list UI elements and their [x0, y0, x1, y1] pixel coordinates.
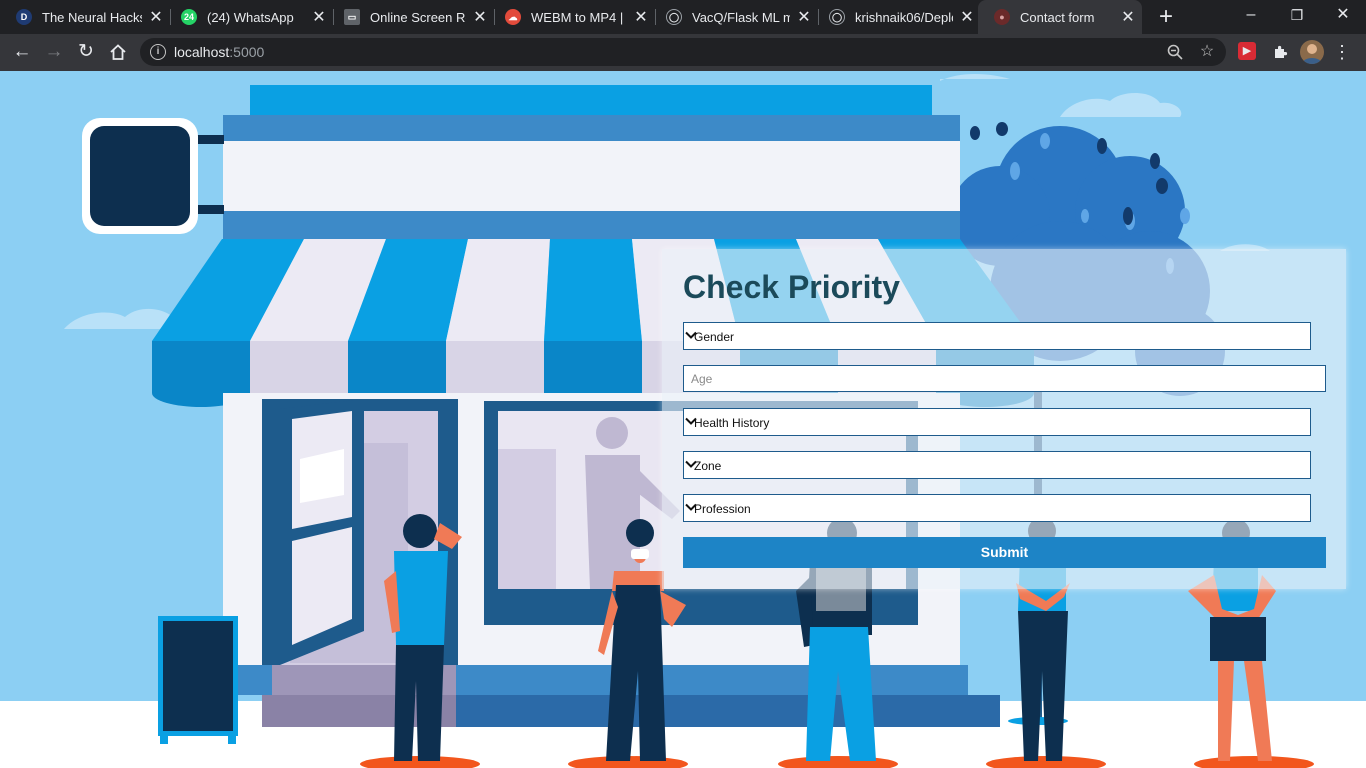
- site-info-icon[interactable]: i: [150, 44, 166, 60]
- priority-form: Check Priority Gender Health History Zon…: [662, 249, 1346, 589]
- page-favicon-icon: ●: [994, 9, 1010, 25]
- tab-webm-to-mp4[interactable]: ☁ WEBM to MP4 | Cl ✕: [489, 0, 655, 34]
- minimize-button[interactable]: –: [1228, 0, 1274, 30]
- monitor-icon: ▭: [344, 9, 360, 25]
- favicon-icon: D: [16, 9, 32, 25]
- home-icon[interactable]: [104, 38, 132, 66]
- zoom-out-icon[interactable]: [1164, 41, 1186, 63]
- tab-title: The Neural Hacks: V: [42, 9, 142, 25]
- new-tab-button[interactable]: +: [1152, 3, 1180, 31]
- forward-arrow-icon[interactable]: →: [40, 38, 68, 66]
- zone-select[interactable]: Zone: [683, 451, 1311, 479]
- tab-title: VacQ/Flask ML mo: [692, 9, 790, 25]
- close-icon[interactable]: ✕: [1114, 7, 1142, 27]
- browser-title-bar: D The Neural Hacks: V ✕ 24 (24) WhatsApp…: [0, 0, 1366, 34]
- age-input-wrapper: [683, 365, 1326, 392]
- restore-button[interactable]: ❐: [1274, 0, 1320, 30]
- tab-screen-recorder[interactable]: ▭ Online Screen Rec ✕: [328, 0, 494, 34]
- chevron-down-icon: [685, 331, 697, 339]
- back-arrow-icon[interactable]: ←: [8, 38, 36, 66]
- tab-title: (24) WhatsApp: [207, 9, 294, 25]
- tab-title: Contact form: [1020, 9, 1095, 25]
- menu-kebab-icon[interactable]: ⋮: [1332, 42, 1352, 62]
- bookmark-star-icon[interactable]: ☆: [1196, 41, 1218, 63]
- url-text: localhost:5000: [174, 44, 265, 60]
- close-icon[interactable]: ✕: [953, 7, 981, 27]
- tab-krishnaik-deploy[interactable]: ◯ krishnaik06/Deplo ✕: [813, 0, 981, 34]
- profession-select-value: Profession: [694, 502, 751, 516]
- tab-neural-hacks[interactable]: D The Neural Hacks: V ✕: [0, 0, 170, 34]
- extension-icon[interactable]: ▶: [1238, 42, 1256, 60]
- github-icon: ◯: [666, 9, 682, 25]
- gender-select-value: Gender: [694, 330, 735, 344]
- tab-vacq-flask[interactable]: ◯ VacQ/Flask ML mo ✕: [650, 0, 818, 34]
- browser-toolbar: ← → ↻ i localhost:5000 ☆ ▶ ⋮: [0, 34, 1366, 71]
- github-icon: ◯: [829, 9, 845, 25]
- health-history-select-value: Health History: [694, 416, 770, 430]
- chevron-down-icon: [685, 460, 697, 468]
- page-background: Check Priority Gender Health History Zon…: [0, 71, 1366, 768]
- health-history-select[interactable]: Health History: [683, 408, 1311, 436]
- gender-select[interactable]: Gender: [683, 322, 1311, 350]
- tab-title: WEBM to MP4 | Cl: [531, 9, 627, 25]
- cloud-icon: ☁: [505, 9, 521, 25]
- tab-whatsapp[interactable]: 24 (24) WhatsApp ✕: [165, 0, 333, 34]
- chevron-down-icon: [685, 503, 697, 511]
- tab-title: krishnaik06/Deplo: [855, 9, 953, 25]
- zone-select-value: Zone: [694, 459, 722, 473]
- extensions-puzzle-icon[interactable]: [1270, 42, 1290, 62]
- chevron-down-icon: [685, 417, 697, 425]
- reload-icon[interactable]: ↻: [72, 38, 100, 66]
- address-bar[interactable]: i localhost:5000 ☆: [140, 38, 1226, 66]
- age-input[interactable]: [684, 366, 1291, 391]
- tab-contact-form[interactable]: ● Contact form ✕: [978, 0, 1142, 34]
- form-title: Check Priority: [683, 269, 900, 305]
- window-close-button[interactable]: ✕: [1320, 0, 1366, 30]
- tab-title: Online Screen Rec: [370, 9, 466, 25]
- submit-button[interactable]: Submit: [683, 537, 1326, 568]
- profile-avatar[interactable]: [1300, 40, 1324, 64]
- profession-select[interactable]: Profession: [683, 494, 1311, 522]
- whatsapp-icon: 24: [181, 9, 197, 25]
